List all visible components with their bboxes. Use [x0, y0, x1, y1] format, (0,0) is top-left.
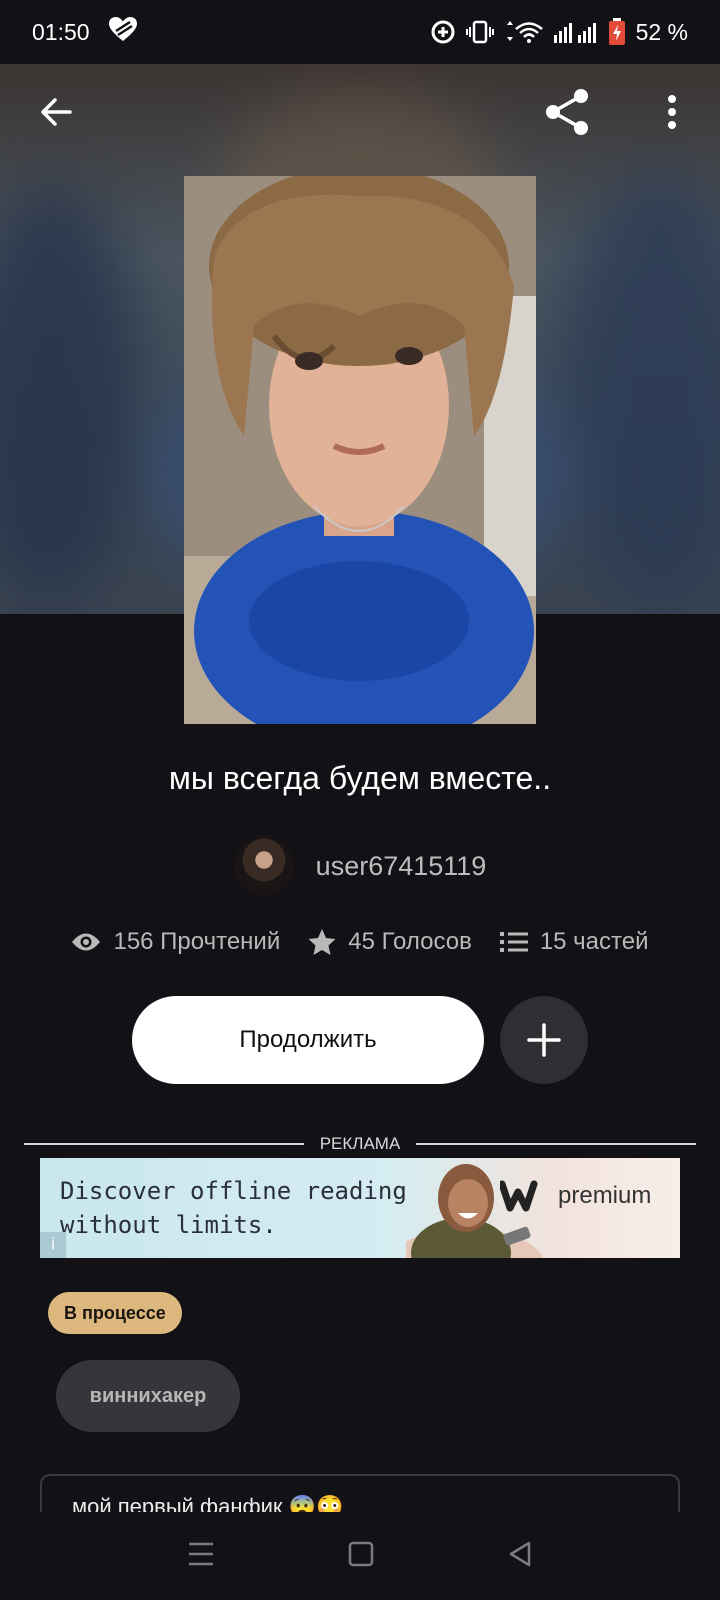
tag-chip[interactable]: виннихакер — [56, 1360, 240, 1432]
wattpad-logo-icon — [500, 1180, 538, 1212]
home-nav-icon[interactable] — [348, 1541, 374, 1572]
add-to-library-button[interactable] — [500, 996, 588, 1084]
battery-icon — [608, 18, 626, 46]
eye-icon — [72, 933, 101, 951]
menu-nav-icon[interactable] — [187, 1541, 215, 1572]
reads-count: 156 Прочтений — [113, 928, 281, 955]
share-icon — [546, 89, 588, 135]
system-navigation-bar — [0, 1512, 720, 1600]
heart-icon — [108, 16, 138, 48]
status-bar: 01:50 52 % — [0, 0, 720, 64]
story-title: мы всегда будем вместе.. — [168, 760, 552, 796]
wifi-icon — [504, 20, 544, 44]
arrow-left-icon — [41, 98, 72, 126]
ad-brand-logo: premium — [500, 1180, 651, 1212]
ad-headline: Discover offline reading without limits. — [60, 1174, 407, 1242]
battery-percent: 52 % — [635, 18, 688, 45]
data-saver-icon — [430, 19, 456, 45]
ad-info-icon[interactable]: i — [40, 1232, 66, 1258]
plus-icon — [527, 1023, 561, 1057]
list-icon — [499, 932, 528, 952]
story-cover-image[interactable] — [184, 176, 536, 724]
ad-headline-line1: Discover offline reading — [60, 1177, 407, 1205]
vibrate-icon — [465, 20, 494, 44]
parts-count[interactable]: 15 частей — [540, 928, 649, 956]
story-stats: 156 Прочтений 45 Голосов 15 частей — [0, 928, 720, 956]
ad-label-row: РЕКЛАМА — [24, 1132, 697, 1156]
status-badge: В процессе — [48, 1292, 182, 1334]
votes-count: 45 Голосов — [348, 928, 472, 955]
story-details-screen: 01:50 52 % мы всегда будем вместе.. user… — [0, 0, 720, 1600]
status-time: 01:50 — [32, 18, 90, 45]
author-row[interactable]: user67415119 — [0, 836, 720, 896]
author-name[interactable]: user67415119 — [316, 851, 487, 882]
stat-parts[interactable]: 15 частей — [499, 928, 649, 956]
star-icon — [308, 929, 336, 955]
back-nav-icon[interactable] — [507, 1540, 533, 1573]
stat-reads: 156 Прочтений — [71, 928, 280, 956]
share-button[interactable] — [536, 80, 600, 144]
top-app-bar — [0, 80, 720, 160]
ad-brand-name: premium — [558, 1182, 652, 1209]
stat-votes: 45 Голосов — [308, 928, 472, 956]
ad-headline-line2: without limits. — [60, 1211, 277, 1239]
ad-label: РЕКЛАМА — [319, 1134, 401, 1153]
back-button[interactable] — [24, 80, 88, 144]
continue-reading-button[interactable]: Продолжить — [132, 996, 484, 1084]
ad-banner[interactable]: Discover offline reading without limits.… — [40, 1158, 680, 1258]
more-vertical-icon — [668, 95, 676, 129]
more-options-button[interactable] — [640, 80, 704, 144]
avatar[interactable] — [233, 836, 294, 896]
signal-icon — [553, 21, 598, 43]
